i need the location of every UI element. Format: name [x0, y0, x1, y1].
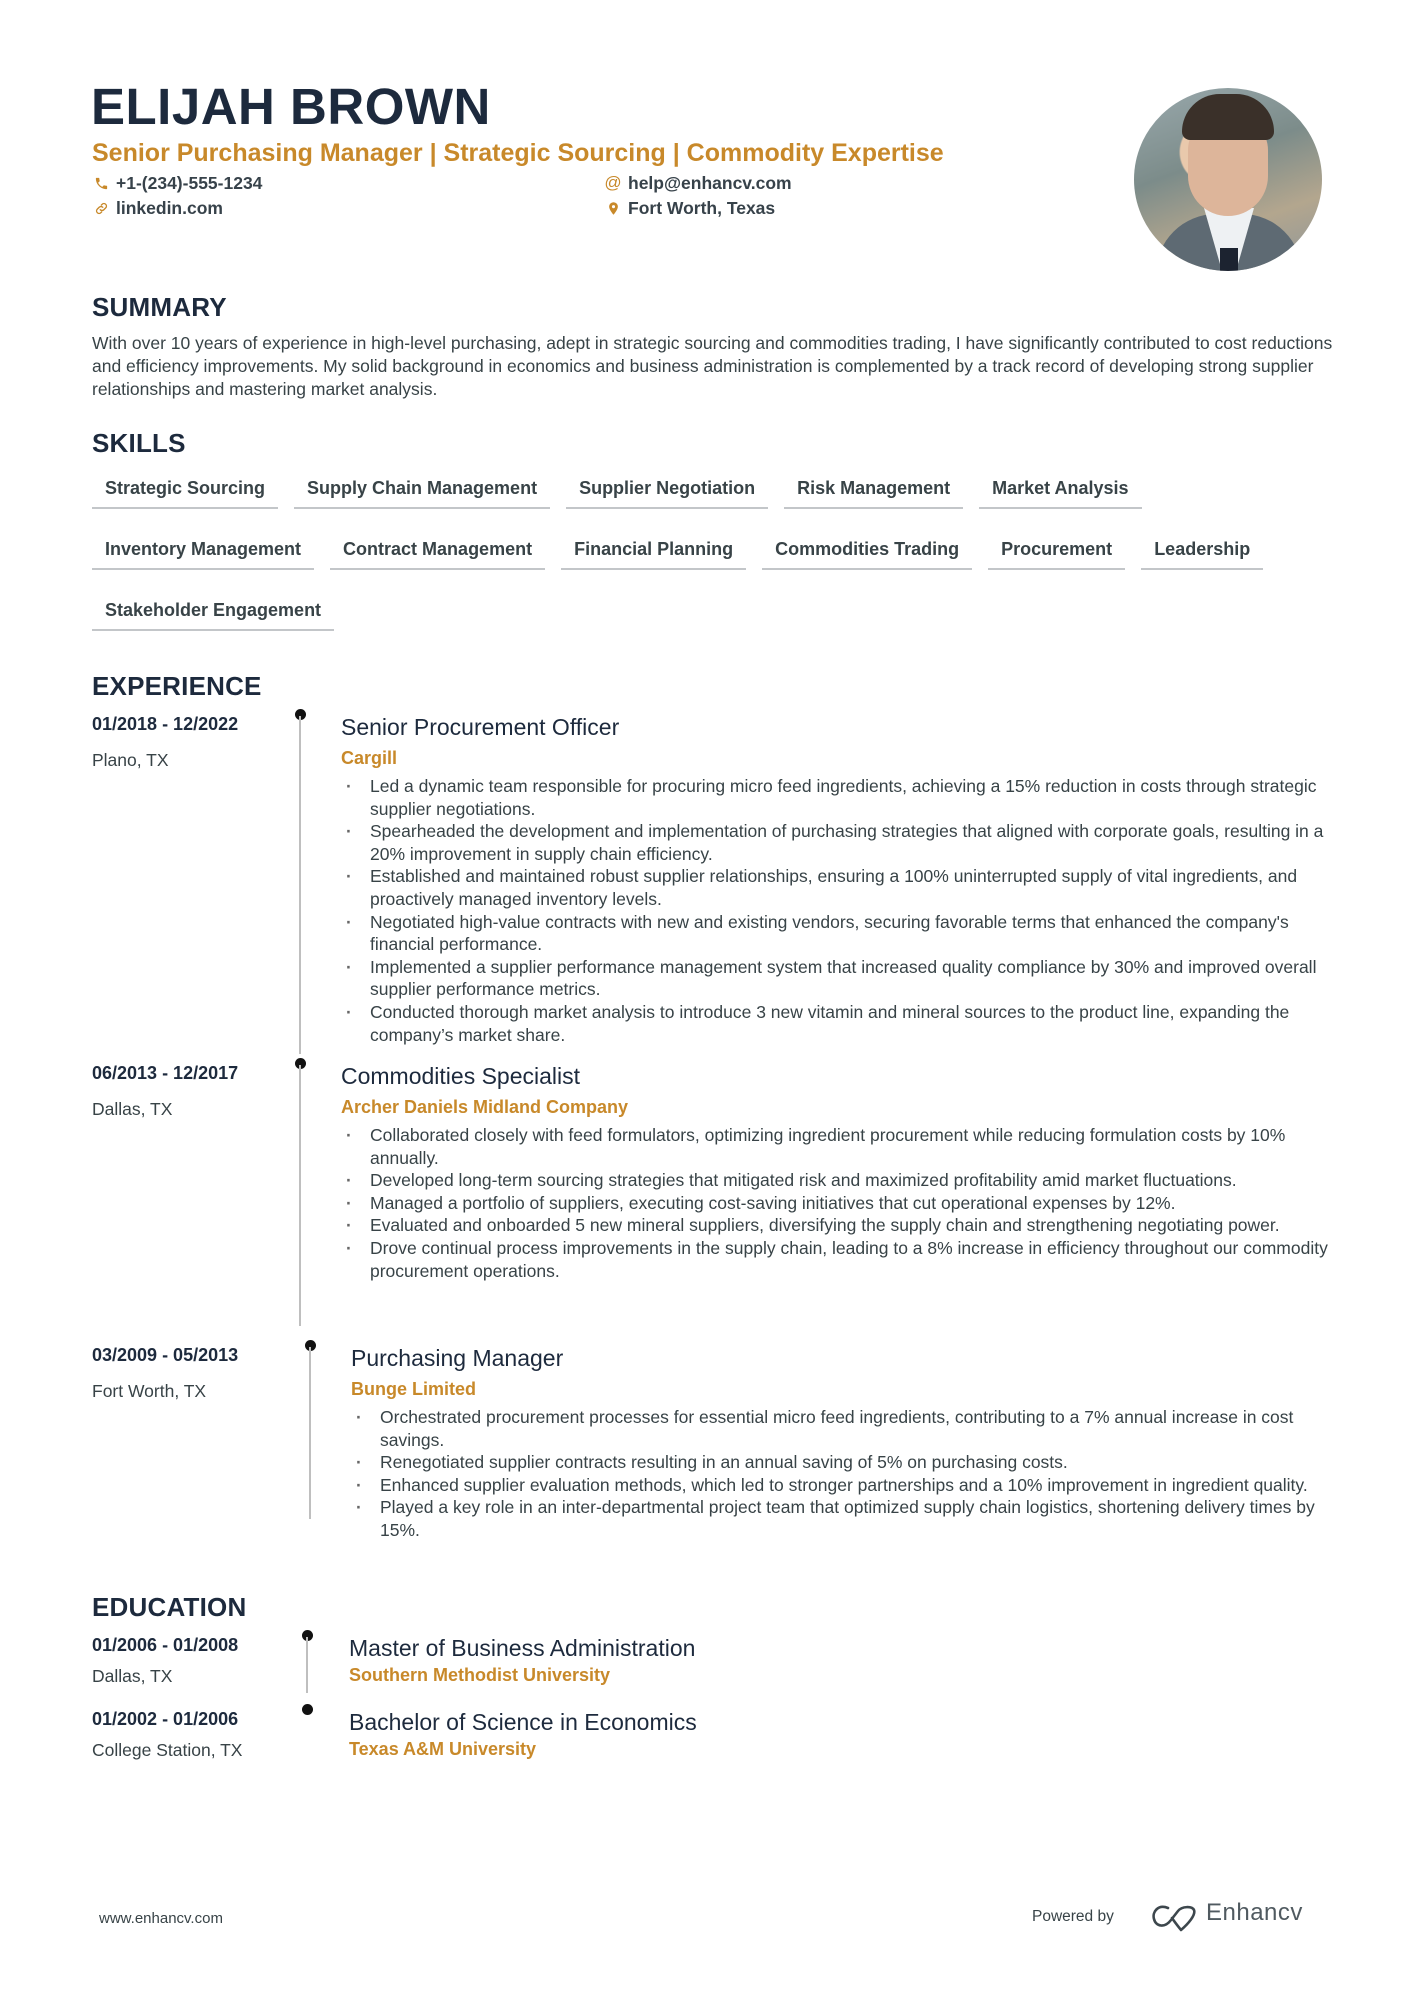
enhancv-logo-icon [1152, 1905, 1196, 1932]
skill-tag: Inventory Management [92, 531, 315, 570]
job-bullet: Played a key role in an inter-department… [352, 1496, 1342, 1541]
edu-school: Southern Methodist University [349, 1665, 611, 1685]
timeline-line [299, 716, 301, 1054]
skill-tag: Commodities Trading [762, 531, 973, 570]
contact-linkedin[interactable]: linkedin.com [92, 197, 223, 219]
at-icon: @ [604, 173, 622, 192]
skill-tag: Market Analysis [979, 470, 1142, 509]
job-dates: 01/2018 - 12/2022 [92, 714, 239, 734]
job-role: Purchasing Manager [351, 1345, 564, 1371]
timeline-line [309, 1347, 311, 1519]
skill-tag: Financial Planning [561, 531, 747, 570]
contact-location: Fort Worth, Texas [604, 197, 775, 219]
skill-tag: Supply Chain Management [294, 470, 551, 509]
footer-url[interactable]: www.enhancv.com [99, 1910, 223, 1927]
summary-heading: SUMMARY [92, 292, 227, 322]
phone-text: +1-(234)-555-1234 [116, 173, 263, 193]
candidate-headline: Senior Purchasing Manager | Strategic So… [92, 139, 944, 167]
edu-degree: Bachelor of Science in Economics [349, 1709, 697, 1735]
edu-location: College Station, TX [92, 1740, 243, 1760]
skill-tag: Risk Management [784, 470, 964, 509]
edu-dates: 01/2006 - 01/2008 [92, 1635, 239, 1655]
candidate-name: ELIJAH BROWN [91, 78, 491, 135]
contact-phone: +1-(234)-555-1234 [92, 172, 262, 194]
skills-heading: SKILLS [92, 428, 186, 458]
skill-tag: Strategic Sourcing [92, 470, 279, 509]
job-role: Commodities Specialist [341, 1063, 581, 1089]
link-icon [92, 199, 110, 217]
job-bullet: Renegotiated supplier contracts resultin… [352, 1451, 1342, 1474]
edu-location: Dallas, TX [92, 1666, 173, 1686]
job-company: Bunge Limited [351, 1379, 476, 1399]
contact-email[interactable]: @ help@enhancv.com [604, 172, 792, 194]
location-pin-icon [604, 199, 622, 217]
email-text[interactable]: help@enhancv.com [628, 172, 792, 194]
job-bullet: Negotiated high-value contracts with new… [342, 911, 1342, 956]
summary-text: With over 10 years of experience in high… [92, 333, 1333, 399]
job-bullet: Conducted thorough market analysis to in… [342, 1001, 1342, 1046]
job-bullet: Drove continual process improvements in … [342, 1237, 1342, 1282]
job-bullet: Orchestrated procurement processes for e… [352, 1406, 1342, 1451]
job-bullet: Enhanced supplier evaluation methods, wh… [352, 1474, 1342, 1497]
powered-by-label: Powered by [1032, 1908, 1114, 1925]
job-bullet: Developed long-term sourcing strategies … [342, 1169, 1342, 1192]
timeline-line [306, 1637, 308, 1693]
edu-dates: 01/2002 - 01/2006 [92, 1709, 239, 1729]
edu-degree: Master of Business Administration [349, 1635, 696, 1661]
edu-school: Texas A&M University [349, 1739, 537, 1759]
job-location: Fort Worth, TX [92, 1381, 207, 1401]
linkedin-text[interactable]: linkedin.com [116, 197, 223, 219]
location-text: Fort Worth, Texas [628, 198, 776, 218]
experience-heading: EXPERIENCE [92, 671, 262, 701]
skill-tag: Stakeholder Engagement [92, 592, 335, 631]
timeline-line [299, 1065, 301, 1326]
job-bullets: Collaborated closely with feed formulato… [342, 1124, 1342, 1282]
job-bullet: Established and maintained robust suppli… [342, 865, 1342, 910]
skill-tag: Supplier Negotiation [566, 470, 769, 509]
skills-list: Strategic Sourcing Supply Chain Manageme… [92, 470, 1342, 631]
job-dates: 06/2013 - 12/2017 [92, 1063, 239, 1083]
job-bullet: Spearheaded the development and implemen… [342, 820, 1342, 865]
job-bullet: Evaluated and onboarded 5 new mineral su… [342, 1214, 1342, 1237]
job-role: Senior Procurement Officer [341, 714, 620, 740]
job-location: Plano, TX [92, 750, 169, 770]
skill-tag: Leadership [1141, 531, 1264, 570]
enhancv-brand[interactable]: Enhancv [1206, 1899, 1303, 1927]
profile-photo [1134, 88, 1322, 271]
job-bullets: Led a dynamic team responsible for procu… [342, 775, 1342, 1046]
job-bullet: Collaborated closely with feed formulato… [342, 1124, 1342, 1169]
job-dates: 03/2009 - 05/2013 [92, 1345, 239, 1365]
timeline-dot [302, 1704, 313, 1715]
job-bullet: Led a dynamic team responsible for procu… [342, 775, 1342, 820]
job-company: Cargill [341, 748, 398, 768]
job-bullet: Implemented a supplier performance manag… [342, 956, 1342, 1001]
skill-tag: Contract Management [330, 531, 546, 570]
education-heading: EDUCATION [92, 1592, 247, 1622]
job-bullets: Orchestrated procurement processes for e… [352, 1406, 1342, 1542]
job-bullet: Managed a portfolio of suppliers, execut… [342, 1192, 1342, 1215]
job-location: Dallas, TX [92, 1099, 173, 1119]
skill-tag: Procurement [988, 531, 1126, 570]
job-company: Archer Daniels Midland Company [341, 1097, 629, 1117]
phone-icon [92, 174, 110, 192]
